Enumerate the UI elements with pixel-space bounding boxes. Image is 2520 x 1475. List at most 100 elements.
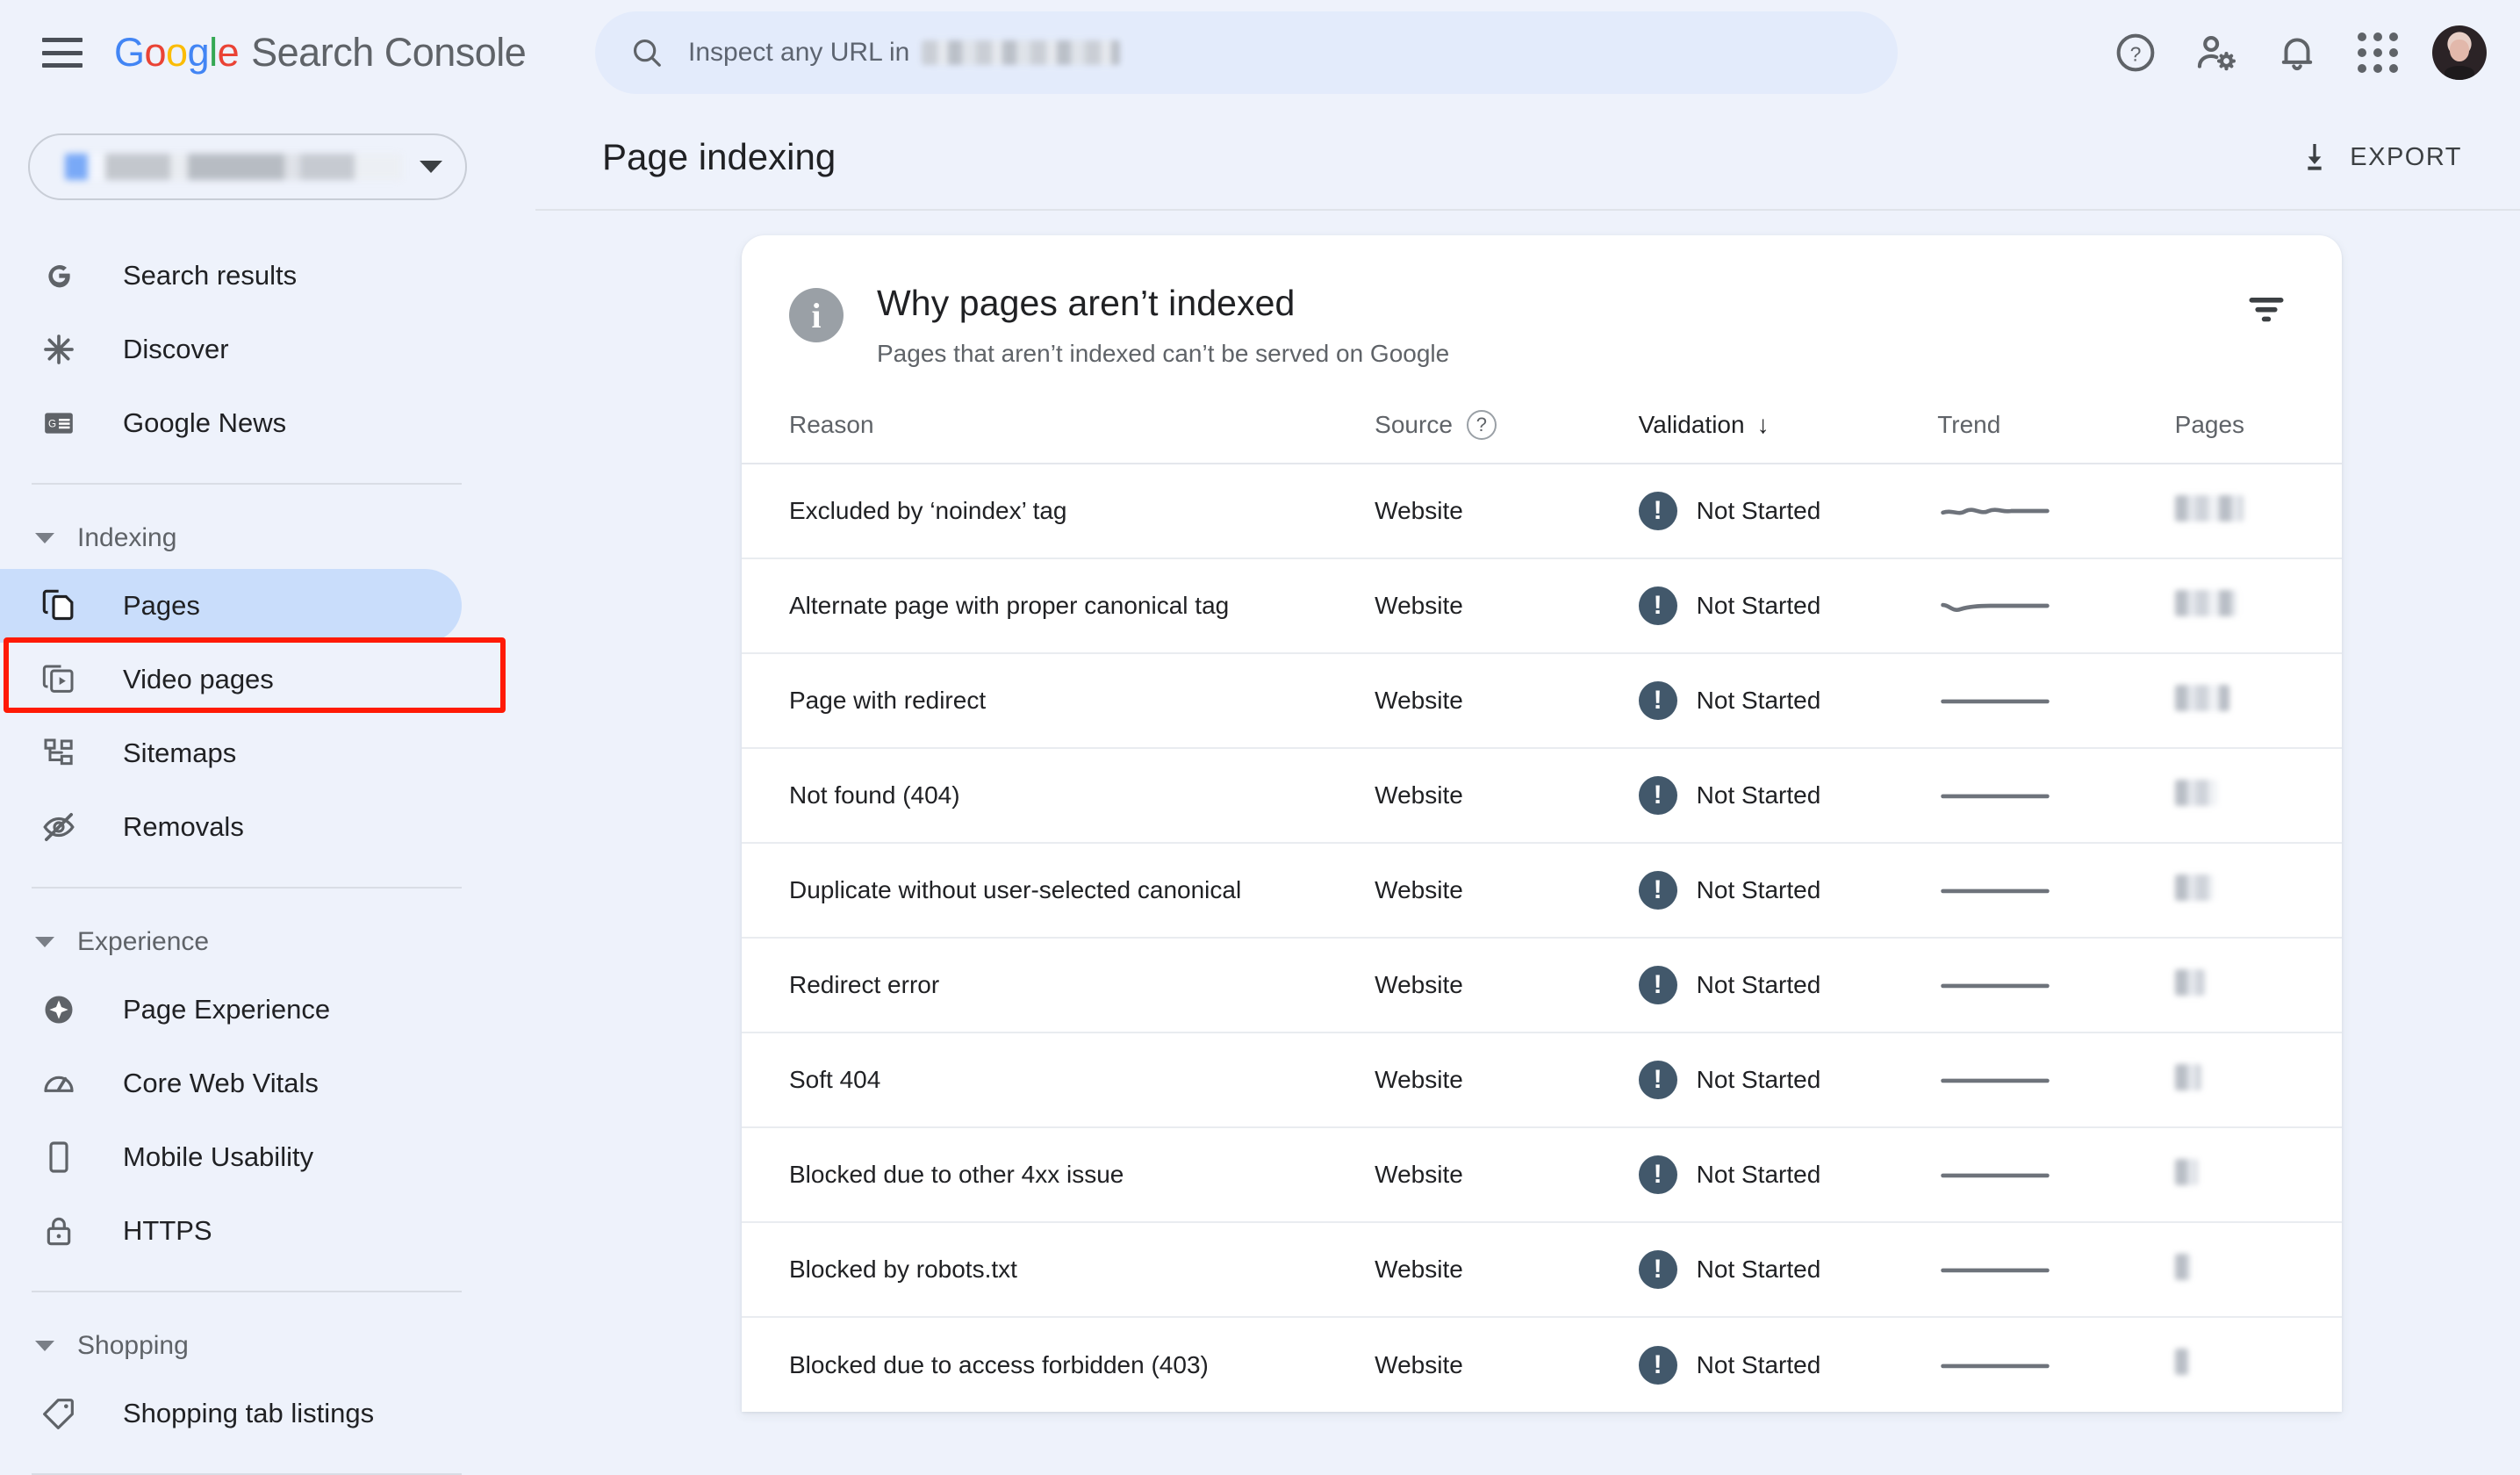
trend-sparkline (1941, 1363, 2050, 1368)
cell-source: Website (1375, 748, 1639, 844)
cell-pages (2174, 558, 2342, 654)
chevron-down-icon (35, 533, 54, 543)
google-news-icon: G (40, 405, 77, 442)
sidebar-section-indexing[interactable]: Indexing (0, 507, 535, 569)
reason-text: Duplicate without user-selected canonica… (789, 876, 1242, 903)
cell-source: Website (1375, 1032, 1639, 1128)
avatar[interactable] (2432, 25, 2487, 80)
brand-letter: G (114, 30, 145, 75)
user-settings-icon[interactable] (2176, 12, 2257, 93)
column-label: Source (1375, 411, 1453, 438)
notifications-bell-icon[interactable] (2257, 12, 2337, 93)
sidebar-item-discover[interactable]: Discover (0, 313, 462, 386)
brand-letter: l (209, 30, 218, 75)
card-title: Why pages aren’t indexed (877, 283, 1296, 323)
error-exclamation-icon: ! (1638, 1250, 1677, 1289)
sidebar-item-page-experience[interactable]: Page Experience (0, 973, 462, 1047)
brand-letter: o (166, 30, 188, 75)
error-exclamation-icon: ! (1638, 776, 1677, 815)
cell-pages (2174, 843, 2342, 939)
reason-text: Page with redirect (789, 687, 987, 714)
table-row[interactable]: Blocked due to access forbidden (403) Web… (742, 1317, 2342, 1412)
help-circle-icon[interactable]: ? (1466, 410, 1497, 440)
google-g-icon (40, 257, 77, 294)
table-row[interactable]: Soft 404 Website ! Not Started (742, 1032, 2342, 1128)
column-header-trend[interactable]: Trend (1937, 401, 2175, 464)
cell-validation: ! Not Started (1638, 653, 1938, 749)
topbar-icon-group: ? (2095, 0, 2487, 105)
error-exclamation-icon: ! (1638, 681, 1677, 720)
validation-text: Not Started (1696, 876, 1821, 903)
redacted-page-count (2174, 968, 2205, 996)
sidebar-item-https[interactable]: HTTPS (0, 1194, 462, 1268)
column-header-pages[interactable]: Pages (2174, 401, 2342, 464)
table-row[interactable]: Alternate page with proper canonical tag… (742, 558, 2342, 654)
source-text: Website (1375, 1256, 1463, 1283)
sort-descending-icon: ↓ (1756, 411, 1770, 438)
column-header-validation[interactable]: Validation ↓ (1638, 401, 1938, 464)
sidebar-item-video-pages[interactable]: Video pages (0, 643, 462, 716)
trend-sparkline (1941, 1173, 2050, 1178)
help-icon[interactable]: ? (2095, 12, 2176, 93)
source-text: Website (1375, 1066, 1463, 1093)
url-inspect-search-bar[interactable]: Inspect any URL in (595, 11, 1898, 94)
mobile-phone-icon (40, 1139, 77, 1176)
export-button[interactable]: EXPORT (2281, 129, 2478, 185)
table-row[interactable]: Page with redirect Website! Not Started (742, 653, 2342, 749)
sidebar-item-label: Sitemaps (123, 738, 237, 768)
column-header-reason[interactable]: Reason (742, 401, 1375, 464)
cell-source: Website (1375, 653, 1639, 749)
redacted-page-count (2174, 1349, 2189, 1375)
cell-trend (1937, 938, 2175, 1033)
indexing-reasons-table: Reason Source ? Validation ↓ Trend Pages… (742, 401, 2342, 1412)
asterisk-icon (40, 331, 77, 368)
sidebar-item-shopping-tab-listings[interactable]: Shopping tab listings (0, 1377, 462, 1450)
redacted-page-count (2174, 779, 2217, 806)
cell-validation: ! Not Started (1638, 748, 1938, 844)
table-row[interactable]: Duplicate without user-selected canonica… (742, 843, 2342, 939)
cell-pages (2174, 938, 2342, 1033)
validation-text: Not Started (1696, 1256, 1821, 1283)
cell-reason: Blocked by robots.txt (742, 1222, 1375, 1318)
svg-text:G: G (48, 418, 56, 429)
cell-validation: ! Not Started (1638, 938, 1938, 1033)
eye-off-icon (40, 809, 77, 845)
source-text: Website (1375, 497, 1463, 524)
card-subtitle: Pages that aren’t indexed can’t be serve… (877, 340, 1450, 367)
error-exclamation-icon: ! (1638, 1345, 1677, 1385)
sidebar: Search results Discover G Google News In… (0, 105, 535, 1475)
redacted-property-name (65, 154, 402, 180)
table-row[interactable]: Blocked by robots.txt Website! Not Started (742, 1222, 2342, 1318)
sidebar-item-label: Search results (123, 260, 298, 291)
sidebar-item-label: Google News (123, 407, 287, 438)
sidebar-item-google-news[interactable]: G Google News (0, 386, 462, 460)
trend-sparkline (1941, 794, 2050, 799)
sidebar-item-pages[interactable]: Pages (0, 569, 462, 643)
sidebar-section-label: Experience (77, 927, 210, 956)
table-row[interactable]: Blocked due to other 4xx issue Website! No… (742, 1127, 2342, 1223)
sidebar-section-shopping[interactable]: Shopping (0, 1315, 535, 1377)
cell-trend (1937, 653, 2175, 749)
table-row[interactable]: Excluded by ‘noindex’ tag Website! Not Sta… (742, 464, 2342, 559)
sidebar-top-nav: Search results Discover G Google News (0, 239, 535, 460)
sidebar-section-experience[interactable]: Experience (0, 911, 535, 973)
sidebar-item-search-results[interactable]: Search results (0, 239, 462, 313)
sidebar-divider (32, 887, 462, 889)
cell-pages (2174, 653, 2342, 749)
sidebar-item-core-web-vitals[interactable]: Core Web Vitals (0, 1047, 462, 1120)
cell-validation: ! Not Started (1638, 1032, 1938, 1128)
sidebar-item-sitemaps[interactable]: Sitemaps (0, 716, 462, 790)
sidebar-item-removals[interactable]: Removals (0, 790, 462, 864)
reason-text: Soft 404 (789, 1066, 881, 1093)
table-row[interactable]: Not found (404) Website! Not Started (742, 748, 2342, 844)
property-selector[interactable] (28, 133, 467, 200)
filter-icon[interactable] (2240, 283, 2293, 335)
table-row[interactable]: Redirect error Website! Not Started (742, 938, 2342, 1033)
menu-hamburger-icon[interactable] (42, 38, 83, 68)
search-placeholder-text: Inspect any URL in (688, 38, 910, 67)
download-icon (2308, 144, 2322, 170)
column-header-source[interactable]: Source ? (1375, 401, 1639, 464)
google-apps-icon[interactable] (2337, 12, 2418, 93)
sidebar-item-mobile-usability[interactable]: Mobile Usability (0, 1120, 462, 1194)
cell-reason: Blocked due to other 4xx issue (742, 1127, 1375, 1223)
